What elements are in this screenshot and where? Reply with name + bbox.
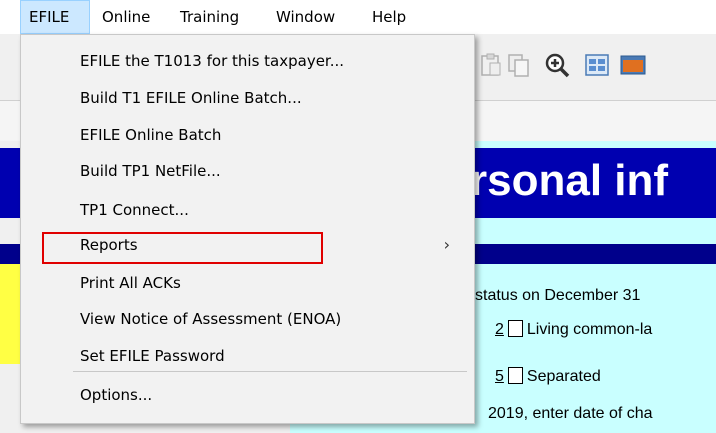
menu-bar: EFILE Online Training Window Help xyxy=(0,0,716,34)
option-common-law[interactable]: 2 Living common-la xyxy=(495,320,652,339)
efile-dropdown-menu: EFILE the T1013 for this taxpayer... Bui… xyxy=(20,34,475,424)
menu-efile[interactable]: EFILE xyxy=(20,0,90,34)
menu-item-efile-t1013[interactable]: EFILE the T1013 for this taxpayer... xyxy=(80,46,344,76)
reports-highlight-box xyxy=(42,232,323,264)
menu-item-options[interactable]: Options... xyxy=(80,380,152,410)
separated-checkbox[interactable] xyxy=(507,367,523,384)
copy-icon[interactable] xyxy=(506,52,532,78)
date-of-change-label: 2019, enter date of cha xyxy=(488,405,653,422)
menu-training[interactable]: Training xyxy=(172,0,247,34)
menu-item-efile-online-batch[interactable]: EFILE Online Batch xyxy=(80,120,221,150)
zoom-in-icon[interactable] xyxy=(544,52,570,78)
menu-window[interactable]: Window xyxy=(268,0,343,34)
calculator-icon[interactable] xyxy=(584,52,610,78)
option-2-label: Living common-la xyxy=(526,321,653,338)
form-banner-title: rsonal inf xyxy=(470,156,669,205)
option-2-number: 2 xyxy=(495,321,504,338)
left-banner-bar xyxy=(0,148,20,218)
left-yellow-field xyxy=(0,256,20,364)
submenu-arrow-icon: › xyxy=(443,235,450,254)
option-separated[interactable]: 5 Separated xyxy=(495,367,601,386)
common-law-checkbox[interactable] xyxy=(507,320,523,337)
menu-item-build-t1-batch[interactable]: Build T1 EFILE Online Batch... xyxy=(80,83,302,113)
menu-item-print-all-acks[interactable]: Print All ACKs xyxy=(80,268,181,298)
marital-status-label: l status on December 31 xyxy=(467,287,641,304)
option-5-number: 5 xyxy=(495,368,504,385)
menu-item-view-noa[interactable]: View Notice of Assessment (ENOA) xyxy=(80,304,341,334)
option-5-label: Separated xyxy=(526,368,601,385)
window-icon[interactable] xyxy=(620,52,646,78)
menu-online[interactable]: Online xyxy=(94,0,158,34)
menu-help[interactable]: Help xyxy=(364,0,414,34)
menu-separator xyxy=(73,371,467,372)
menu-item-tp1-connect[interactable]: TP1 Connect... xyxy=(80,195,189,225)
menu-item-build-tp1-netfile[interactable]: Build TP1 NetFile... xyxy=(80,156,221,186)
menu-item-set-efile-password[interactable]: Set EFILE Password xyxy=(80,341,225,371)
paste-icon[interactable] xyxy=(478,52,504,78)
